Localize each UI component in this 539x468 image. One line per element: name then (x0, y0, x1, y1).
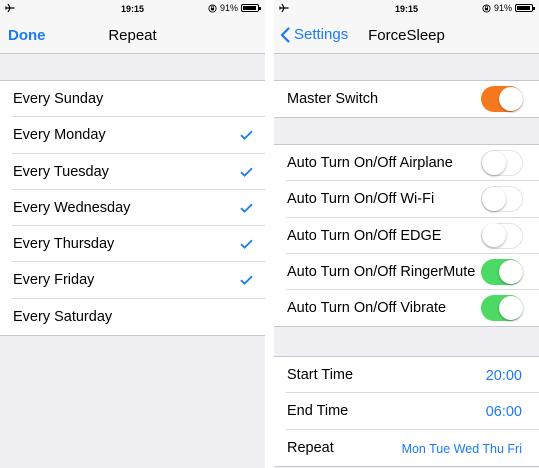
auto-toggle-label: Auto Turn On/Off Vibrate (287, 300, 447, 317)
day-label: Every Sunday (13, 91, 104, 107)
day-row[interactable]: Every Monday (0, 117, 265, 154)
end-time-row[interactable]: End Time 06:00 (274, 393, 539, 430)
repeat-screen: 19:15 91% Done Repeat Every Sunday Every … (0, 0, 265, 468)
auto-toggle-label: Auto Turn On/Off Wi-Fi (287, 191, 435, 208)
auto-toggle-label: Auto Turn On/Off RingerMute (287, 263, 476, 280)
checkmark-icon (240, 276, 253, 286)
auto-toggle-list: Auto Turn On/Off Airplane Auto Turn On/Of… (274, 144, 539, 328)
auto-toggle-switch[interactable] (481, 150, 523, 176)
auto-toggle-row: Auto Turn On/Off Wi-Fi (274, 181, 539, 218)
start-time-value: 20:00 (485, 368, 522, 384)
day-row[interactable]: Every Friday (0, 262, 265, 300)
forcesleep-screen: 19:15 91% Settings ForceSleep Master Swi… (274, 0, 539, 468)
checkmark-icon (240, 203, 253, 213)
battery-icon (241, 4, 261, 12)
day-label: Every Thursday (13, 236, 115, 253)
auto-toggle-label: Auto Turn On/Off Airplane (287, 155, 453, 171)
auto-toggle-row: Auto Turn On/Off Airplane (274, 145, 539, 182)
repeat-label: Repeat (287, 439, 334, 456)
status-bar: 19:15 91% (0, 0, 265, 18)
master-switch-row: Master Switch (274, 81, 539, 117)
checkmark-icon (240, 239, 253, 250)
start-time-label: Start Time (287, 367, 354, 383)
day-label: Every Saturday (13, 308, 113, 325)
auto-toggle-switch[interactable] (481, 222, 523, 249)
auto-toggle-switch[interactable] (481, 186, 523, 213)
end-time-label: End Time (287, 403, 349, 420)
navigation-bar: Settings ForceSleep (274, 18, 539, 54)
battery-percent: 91% (219, 3, 238, 13)
battery-percent: 91% (493, 3, 512, 13)
master-switch-toggle[interactable] (481, 86, 523, 112)
checkmark-icon (240, 130, 253, 141)
day-label: Every Tuesday (13, 163, 109, 180)
day-label: Every Wednesday (13, 199, 131, 216)
day-row[interactable]: Every Tuesday (0, 154, 265, 191)
auto-toggle-row: Auto Turn On/Off Vibrate (274, 290, 539, 326)
schedule-group: Start Time 20:00 End Time 06:00 Repeat M… (274, 356, 539, 467)
day-row[interactable]: Every Thursday (0, 226, 265, 263)
days-list: Every Sunday Every Monday Every Tuesday Eve… (0, 80, 265, 337)
page-title: ForceSleep (368, 27, 445, 44)
auto-toggle-switch[interactable] (481, 258, 523, 285)
repeat-value: Mon Tue Wed Thu Fri (401, 441, 522, 456)
auto-toggle-row: Auto Turn On/Off EDGE (274, 218, 539, 255)
start-time-row[interactable]: Start Time 20:00 (274, 357, 539, 394)
auto-toggle-row: Auto Turn On/Off RingerMute (274, 254, 539, 291)
repeat-row[interactable]: Repeat Mon Tue Wed Thu Fri (274, 430, 539, 466)
master-group: Master Switch (274, 80, 539, 119)
day-label: Every Friday (13, 272, 95, 289)
battery-icon (515, 4, 535, 12)
day-row[interactable]: Every Wednesday (0, 190, 265, 227)
status-bar: 19:15 91% (274, 0, 539, 18)
end-time-value: 06:00 (485, 404, 522, 421)
rotation-lock-icon (208, 3, 217, 13)
navigation-bar: Done Repeat (0, 18, 265, 54)
day-row[interactable]: Every Saturday (0, 299, 265, 335)
master-switch-label: Master Switch (287, 91, 379, 107)
day-row[interactable]: Every Sunday (0, 81, 265, 118)
page-title: Repeat (108, 27, 157, 44)
back-chevron-icon (280, 26, 290, 43)
checkmark-icon (240, 167, 253, 177)
auto-toggle-label: Auto Turn On/Off EDGE (287, 227, 442, 244)
day-label: Every Monday (13, 127, 106, 144)
rotation-lock-icon (482, 3, 491, 13)
auto-toggle-switch[interactable] (481, 295, 523, 322)
